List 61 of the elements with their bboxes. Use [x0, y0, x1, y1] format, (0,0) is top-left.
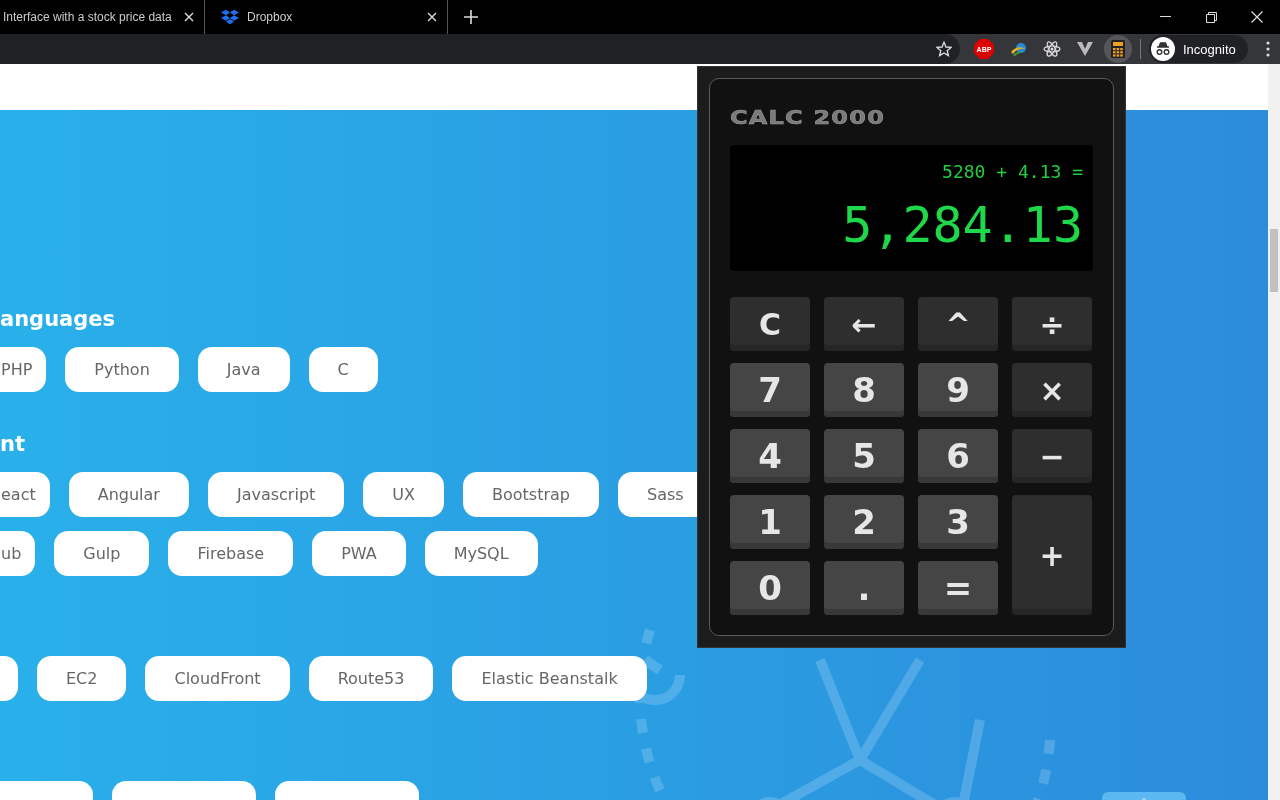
close-icon[interactable]: [1251, 11, 1263, 23]
calculator-key[interactable]: 7: [730, 363, 810, 417]
atom-icon[interactable]: [1043, 40, 1061, 58]
skill-tag: Elastic Beanstalk: [452, 656, 647, 701]
calculator-key[interactable]: 1: [730, 495, 810, 549]
globe-icon[interactable]: [1010, 41, 1028, 57]
dropbox-icon: [221, 9, 239, 25]
skill-tag: Javascript: [207, 472, 345, 517]
calculator-key[interactable]: 9: [918, 363, 998, 417]
close-icon[interactable]: [184, 12, 194, 22]
skill-tag: Gulp: [54, 531, 150, 576]
star-icon[interactable]: [936, 41, 952, 57]
calculator-key[interactable]: .: [824, 561, 904, 615]
tab-title: Dropbox: [247, 10, 294, 24]
profile-button[interactable]: Incognito: [1149, 35, 1248, 63]
skill-tag: MySQL: [424, 531, 538, 576]
calculator-key[interactable]: 6: [918, 429, 998, 483]
minimize-icon[interactable]: [1159, 16, 1171, 18]
result-text: 5,284.13: [842, 195, 1083, 256]
calculator-key[interactable]: −: [1012, 429, 1092, 483]
v-icon[interactable]: [1077, 42, 1093, 56]
tag-pill: [0, 656, 18, 701]
calculator-key[interactable]: +: [1012, 495, 1092, 615]
calculator-key[interactable]: ×: [1012, 363, 1092, 417]
calculator-key[interactable]: ^: [918, 297, 998, 351]
skill-tag: Route53: [308, 656, 434, 701]
skill-tag: PHP: [0, 347, 47, 392]
calculator-title: CALC 2000: [730, 104, 886, 131]
skill-tag: Firebase: [168, 531, 294, 576]
skill-tag: PWA: [312, 531, 406, 576]
calculator-key[interactable]: 2: [824, 495, 904, 549]
restore-icon[interactable]: [1205, 11, 1217, 23]
skill-tag: UX: [363, 472, 444, 517]
calculator-key[interactable]: 3: [918, 495, 998, 549]
skill-tag: CloudFront: [145, 656, 290, 701]
calculator-key[interactable]: 4: [730, 429, 810, 483]
new-tab-icon[interactable]: [464, 10, 478, 24]
skill-tag: ub: [0, 531, 36, 576]
tab-title: Interface with a stock price data: [3, 10, 173, 24]
calculator-key[interactable]: 8: [824, 363, 904, 417]
skill-tag: eact: [0, 472, 50, 517]
section-heading: anguages: [0, 306, 116, 333]
calculator-icon[interactable]: [1111, 40, 1125, 58]
skill-tag: Bootstrap: [463, 472, 599, 517]
skill-tag: EC2: [37, 656, 127, 701]
skill-tag: Angular: [68, 472, 189, 517]
expression-text: 5280 + 4.13 =: [942, 160, 1083, 184]
section-heading: nt: [0, 431, 25, 458]
menu-icon[interactable]: [1265, 41, 1270, 57]
calculator-key[interactable]: =: [918, 561, 998, 615]
skill-tag: Java: [197, 347, 290, 392]
calculator-key[interactable]: ←: [824, 297, 904, 351]
calculator-key[interactable]: ÷: [1012, 297, 1092, 351]
close-icon[interactable]: [427, 12, 437, 22]
incognito-icon: [1151, 37, 1175, 61]
skill-tag: C: [308, 347, 378, 392]
skill-tag: Python: [65, 347, 179, 392]
calculator-key[interactable]: 5: [824, 429, 904, 483]
calculator-key[interactable]: 0: [730, 561, 810, 615]
scrollbar[interactable]: [1268, 64, 1280, 800]
calculator-key[interactable]: C: [730, 297, 810, 351]
